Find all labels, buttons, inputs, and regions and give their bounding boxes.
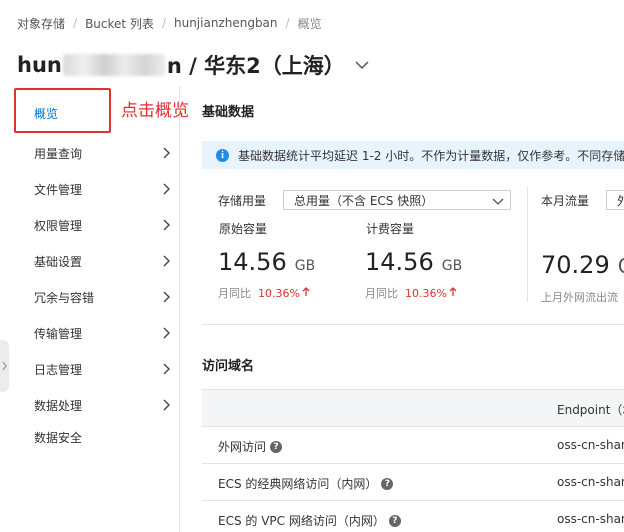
raw-yoy-label: 月同比	[218, 287, 251, 300]
bucket-name-prefix: hun	[17, 53, 62, 77]
raw-capacity-value: 14.56	[218, 248, 287, 276]
billing-yoy-value: 10.36%	[405, 286, 447, 300]
chevron-right-icon	[163, 291, 171, 306]
sidebar-item-redundancy[interactable]: 冗余与容错	[0, 285, 180, 309]
chevron-right-icon	[163, 183, 171, 198]
sidebar-item-basic-settings[interactable]: 基础设置	[0, 249, 180, 273]
bucket-name-suffix: n / 华东2（上海）	[166, 54, 345, 78]
row-access-type: ECS 的 VPC 网络访问（内网） ?	[218, 512, 401, 529]
traffic-type-select-value: 外	[617, 193, 624, 208]
table-header: Endpoint（地	[202, 389, 624, 427]
page-title: hun n / 华东2（上海）	[17, 50, 369, 80]
chevron-down-icon	[492, 195, 504, 209]
traffic-sub-label: 上月外网流出流	[541, 291, 618, 304]
chevron-right-icon	[163, 399, 171, 414]
help-icon[interactable]: ?	[270, 440, 283, 453]
raw-capacity: 14.56 GB	[218, 248, 315, 276]
sidebar-item-label: 用量查询	[34, 146, 83, 161]
sidebar-item-transfer[interactable]: 传输管理	[0, 321, 180, 345]
column-header-endpoint: Endpoint（地	[557, 403, 624, 417]
chevron-right-icon	[163, 327, 171, 342]
chevron-right-icon	[163, 147, 171, 162]
row-endpoint: oss-cn-shang	[557, 512, 624, 526]
sidebar: 概览 用量查询 文件管理 权限管理 基础设置 冗余与容错 传输管理 日志管理 数…	[0, 86, 180, 532]
storage-usage-label: 存储用量	[218, 194, 267, 208]
traffic-sub: 上月外网流出流	[541, 289, 618, 305]
sidebar-item-logs[interactable]: 日志管理	[0, 357, 180, 381]
arrow-up-icon	[449, 286, 457, 300]
chevron-down-icon[interactable]	[355, 60, 369, 70]
redacted-bucket-name	[62, 54, 166, 76]
row-access-type-label: 外网访问	[218, 440, 267, 454]
basic-data-title: 基础数据	[202, 105, 255, 120]
access-domain-title: 访问域名	[202, 359, 255, 374]
billing-yoy: 月同比 10.36%	[365, 285, 457, 301]
info-banner: i 基础数据统计平均延迟 1-2 小时。不作为计量数据，仅作参考。不同存储	[202, 141, 624, 169]
sidebar-collapse-toggle[interactable]	[0, 340, 9, 392]
sidebar-item-label: 数据安全	[34, 430, 83, 445]
billing-capacity-unit: GB	[441, 258, 463, 274]
row-access-type-label: ECS 的经典网络访问（内网）	[218, 477, 378, 491]
raw-capacity-unit: GB	[294, 258, 316, 274]
row-endpoint: oss-cn-shang	[557, 438, 624, 452]
breadcrumb-separator: /	[73, 16, 78, 30]
breadcrumb-bucket-list[interactable]: Bucket 列表	[85, 15, 154, 32]
chevron-right-icon	[163, 219, 171, 234]
breadcrumb: 对象存储 / Bucket 列表 / hunjianzhengban / 概览	[17, 13, 322, 33]
row-access-type: 外网访问 ?	[218, 438, 283, 455]
traffic: 70.29 G	[541, 251, 624, 279]
chevron-right-icon	[163, 255, 171, 270]
annotation-text: 点击概览	[121, 101, 189, 121]
sidebar-item-label: 数据处理	[34, 398, 83, 413]
sidebar-item-label: 文件管理	[34, 182, 83, 197]
sidebar-item-label: 基础设置	[34, 254, 83, 269]
table-row: ECS 的经典网络访问（内网） ? oss-cn-shang	[202, 464, 624, 501]
breadcrumb-oss[interactable]: 对象存储	[17, 15, 65, 32]
traffic-type-select[interactable]: 外	[606, 190, 624, 210]
raw-capacity-label: 原始容量	[219, 222, 268, 236]
sidebar-item-label: 权限管理	[34, 218, 83, 233]
sidebar-item-data-security[interactable]: 数据安全	[0, 425, 180, 449]
breadcrumb-current: 概览	[297, 16, 322, 31]
chevron-right-icon	[2, 361, 7, 371]
traffic-unit: G	[618, 254, 624, 278]
breadcrumb-bucket[interactable]: hunjianzhengban	[174, 16, 278, 30]
billing-capacity-value: 14.56	[365, 248, 434, 276]
traffic-value: 70.29	[541, 251, 610, 279]
sidebar-item-permissions[interactable]: 权限管理	[0, 213, 180, 237]
stats-divider	[527, 187, 528, 302]
help-icon[interactable]: ?	[381, 477, 394, 490]
sidebar-item-label: 传输管理	[34, 326, 83, 341]
help-icon[interactable]: ?	[388, 514, 401, 527]
arrow-up-icon	[302, 286, 310, 300]
sidebar-item-data-processing[interactable]: 数据处理	[0, 393, 180, 417]
sidebar-item-usage[interactable]: 用量查询	[0, 141, 180, 165]
row-access-type-label: ECS 的 VPC 网络访问（内网）	[218, 514, 385, 528]
billing-capacity-label: 计费容量	[366, 222, 415, 236]
annotation-highlight-box	[14, 88, 111, 133]
sidebar-item-label: 冗余与容错	[34, 290, 95, 305]
billing-capacity: 14.56 GB	[365, 248, 462, 276]
table-row: ECS 的 VPC 网络访问（内网） ? oss-cn-shang	[202, 501, 624, 532]
table-row: 外网访问 ? oss-cn-shang	[202, 427, 624, 464]
breadcrumb-separator: /	[161, 16, 166, 30]
raw-yoy-value: 10.36%	[258, 286, 300, 300]
storage-type-select-value: 总用量（不含 ECS 快照）	[294, 193, 434, 208]
billing-yoy-label: 月同比	[365, 287, 398, 300]
info-banner-text: 基础数据统计平均延迟 1-2 小时。不作为计量数据，仅作参考。不同存储	[238, 148, 624, 163]
traffic-label: 本月流量	[541, 194, 590, 208]
sidebar-item-label: 日志管理	[34, 362, 83, 377]
info-icon: i	[216, 148, 229, 162]
row-endpoint: oss-cn-shang	[557, 475, 624, 489]
breadcrumb-separator: /	[285, 16, 290, 30]
chevron-right-icon	[163, 363, 171, 378]
storage-type-select[interactable]: 总用量（不含 ECS 快照）	[283, 190, 511, 210]
section-divider	[202, 324, 624, 325]
raw-yoy: 月同比 10.36%	[218, 285, 310, 301]
sidebar-item-files[interactable]: 文件管理	[0, 177, 180, 201]
row-access-type: ECS 的经典网络访问（内网） ?	[218, 475, 394, 492]
